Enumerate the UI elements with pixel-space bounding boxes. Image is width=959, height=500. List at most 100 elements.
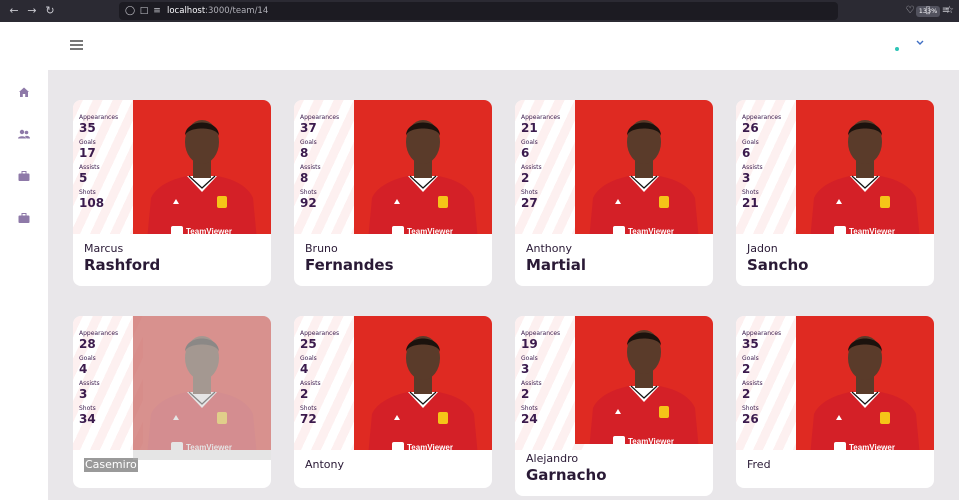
assists-value: 5 bbox=[79, 171, 88, 185]
player-stats: Appearances 35 Goals 2 Assists 2 Shots 2… bbox=[742, 330, 802, 430]
svg-text:TeamViewer: TeamViewer bbox=[849, 227, 895, 234]
assists-value: 2 bbox=[300, 387, 309, 401]
chevron-down-icon[interactable] bbox=[914, 38, 926, 48]
connection-icon[interactable]: ≡ bbox=[150, 3, 164, 19]
goals-value: 8 bbox=[300, 146, 309, 160]
goals-label: Goals bbox=[300, 139, 317, 146]
player-photo: TeamViewer bbox=[133, 100, 271, 234]
extensions-icon[interactable]: ▯ bbox=[921, 3, 935, 19]
player-stats: Appearances 37 Goals 8 Assists 8 Shots 9… bbox=[300, 114, 360, 214]
goals-value: 3 bbox=[521, 362, 530, 376]
player-card-casemiro[interactable]: TeamViewer Appearances 28 Goals 4 Assist… bbox=[73, 316, 271, 488]
shots-value: 24 bbox=[521, 412, 538, 426]
player-card-martial[interactable]: TeamViewer Appearances 21 Goals 6 Assist… bbox=[515, 100, 713, 286]
player-card-garnacho[interactable]: TeamViewer Appearances 19 Goals 3 Assist… bbox=[515, 316, 713, 496]
player-photo: TeamViewer bbox=[575, 316, 713, 444]
player-name: Bruno Fernandes bbox=[305, 242, 394, 274]
back-icon[interactable]: ← bbox=[6, 3, 22, 19]
player-last-name: Garnacho bbox=[526, 466, 607, 484]
assists-label: Assists bbox=[521, 380, 542, 387]
shield-icon[interactable]: ◯ bbox=[123, 3, 137, 19]
svg-text:TeamViewer: TeamViewer bbox=[849, 443, 895, 450]
goals-label: Goals bbox=[742, 139, 759, 146]
goals-value: 6 bbox=[742, 146, 751, 160]
browser-toolbar: ← → ↻ ◯ □ ≡ localhost:3000/team/14 133% … bbox=[0, 0, 959, 22]
player-card-fernandes[interactable]: TeamViewer Appearances 37 Goals 8 Assist… bbox=[294, 100, 492, 286]
player-photo: TeamViewer bbox=[796, 100, 934, 234]
reload-icon[interactable]: ↻ bbox=[42, 3, 58, 19]
player-first-name: Marcus bbox=[84, 242, 124, 255]
shots-value: 27 bbox=[521, 196, 538, 210]
assists-value: 2 bbox=[742, 387, 751, 401]
player-photo: TeamViewer bbox=[354, 100, 492, 234]
player-card-rashford[interactable]: TeamViewer Appearances 35 Goals 17 Assis… bbox=[73, 100, 271, 286]
player-single-name: Casemiro bbox=[84, 458, 138, 472]
goals-label: Goals bbox=[300, 355, 317, 362]
player-stats: Appearances 26 Goals 6 Assists 3 Shots 2… bbox=[742, 114, 802, 214]
app-header bbox=[0, 22, 959, 70]
svg-text:TeamViewer: TeamViewer bbox=[186, 227, 232, 234]
goals-label: Goals bbox=[79, 355, 96, 362]
player-name: Marcus Rashford bbox=[84, 242, 160, 274]
player-name: Anthony Martial bbox=[526, 242, 586, 274]
briefcase-icon[interactable] bbox=[17, 211, 31, 225]
player-last-name: Sancho bbox=[747, 256, 809, 274]
player-card-fred[interactable]: TeamViewer Appearances 35 Goals 2 Assist… bbox=[736, 316, 934, 488]
shots-value: 92 bbox=[300, 196, 317, 210]
shots-value: 108 bbox=[79, 196, 105, 210]
goals-value: 4 bbox=[300, 362, 309, 376]
goals-value: 2 bbox=[742, 362, 751, 376]
player-name: Alejandro Garnacho bbox=[526, 452, 607, 484]
assists-label: Assists bbox=[521, 164, 542, 171]
url-text[interactable]: localhost:3000/team/14 bbox=[167, 2, 268, 20]
status-dot bbox=[895, 47, 899, 51]
appearances-value: 21 bbox=[521, 121, 538, 135]
player-stats: Appearances 28 Goals 4 Assists 3 Shots 3… bbox=[79, 330, 139, 430]
player-stats: Appearances 35 Goals 17 Assists 5 Shots … bbox=[79, 114, 139, 214]
page-icon[interactable]: □ bbox=[137, 3, 151, 19]
appearances-value: 37 bbox=[300, 121, 317, 135]
briefcase-icon[interactable] bbox=[17, 169, 31, 183]
player-name: Antony bbox=[305, 458, 344, 472]
assists-label: Assists bbox=[79, 164, 100, 171]
forward-icon[interactable]: → bbox=[24, 3, 40, 19]
url-host: localhost bbox=[167, 6, 206, 16]
goals-value: 6 bbox=[521, 146, 530, 160]
svg-text:TeamViewer: TeamViewer bbox=[407, 227, 453, 234]
player-last-name: Rashford bbox=[84, 256, 161, 274]
assists-value: 2 bbox=[521, 171, 530, 185]
player-photo: TeamViewer bbox=[354, 316, 492, 450]
goals-value: 4 bbox=[79, 362, 88, 376]
menu-icon[interactable]: ≡ bbox=[939, 3, 953, 19]
home-icon[interactable] bbox=[17, 85, 31, 99]
appearances-value: 35 bbox=[79, 121, 96, 135]
player-single-name: Fred bbox=[747, 458, 771, 471]
users-icon[interactable] bbox=[17, 127, 31, 141]
goals-value: 17 bbox=[79, 146, 96, 160]
appearances-value: 19 bbox=[521, 337, 538, 351]
player-photo: TeamViewer bbox=[575, 100, 713, 234]
pocket-icon[interactable]: ♡ bbox=[903, 3, 917, 19]
shots-value: 72 bbox=[300, 412, 317, 426]
appearances-value: 26 bbox=[742, 121, 759, 135]
assists-label: Assists bbox=[742, 164, 763, 171]
goals-label: Goals bbox=[521, 355, 538, 362]
player-last-name: Martial bbox=[526, 256, 587, 274]
assists-value: 8 bbox=[300, 171, 309, 185]
shots-value: 21 bbox=[742, 196, 759, 210]
svg-text:TeamViewer: TeamViewer bbox=[407, 443, 453, 450]
assists-label: Assists bbox=[742, 380, 763, 387]
player-card-sancho[interactable]: TeamViewer Appearances 26 Goals 6 Assist… bbox=[736, 100, 934, 286]
appearances-value: 35 bbox=[742, 337, 759, 351]
appearances-value: 25 bbox=[300, 337, 317, 351]
player-card-antony[interactable]: TeamViewer Appearances 25 Goals 4 Assist… bbox=[294, 316, 492, 488]
hamburger-menu-icon[interactable] bbox=[70, 40, 83, 50]
address-bar[interactable]: ◯ □ ≡ localhost:3000/team/14 133% ☆ bbox=[119, 2, 954, 20]
assists-label: Assists bbox=[79, 380, 100, 387]
hover-overlay bbox=[133, 316, 271, 460]
player-name: Casemiro bbox=[84, 458, 138, 472]
player-stats: Appearances 19 Goals 3 Assists 2 Shots 2… bbox=[521, 330, 581, 430]
player-name: Fred bbox=[747, 458, 771, 472]
svg-text:TeamViewer: TeamViewer bbox=[628, 227, 674, 234]
appearances-value: 28 bbox=[79, 337, 96, 351]
